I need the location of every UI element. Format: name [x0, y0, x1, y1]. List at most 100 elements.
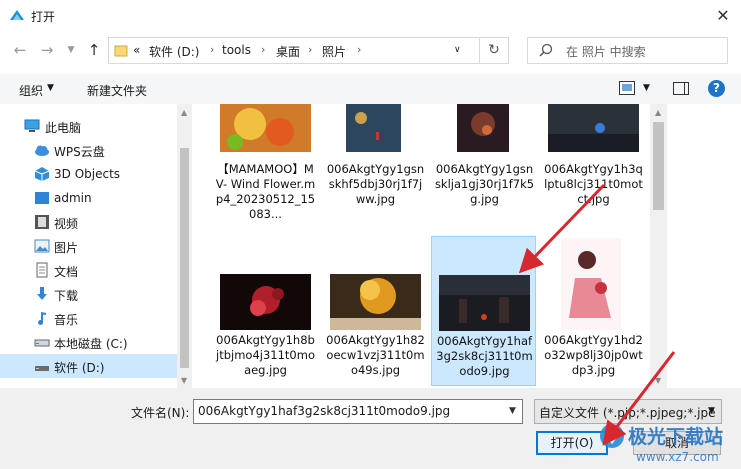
- arrow-left-icon: ←: [13, 41, 27, 59]
- sidebar-item-label: admin: [54, 191, 92, 205]
- music-icon: [38, 312, 46, 325]
- toolbar: 组织 ▼ 新建文件夹 ▼ ?: [0, 74, 741, 104]
- breadcrumb-separator-icon[interactable]: ›: [308, 43, 312, 56]
- breadcrumb-separator-icon[interactable]: ›: [261, 43, 265, 56]
- file-name: 006AkgtYgy1h8bjtbjmo4j311t0moaeg.jpg: [216, 333, 315, 377]
- breadcrumb-item[interactable]: 桌面: [276, 43, 300, 60]
- forward-button[interactable]: →: [37, 40, 57, 60]
- filename-label: 文件名(N):: [131, 406, 190, 420]
- picture-icon: [34, 239, 50, 253]
- sidebar-item-music[interactable]: 音乐: [0, 306, 177, 330]
- video-icon: [35, 215, 49, 229]
- sidebar-item-pictures[interactable]: 图片: [0, 234, 177, 258]
- file-item[interactable]: 006AkgtYgy1hd2o32wp8lj30jp0wtdp3.jpg: [541, 236, 646, 386]
- recent-locations-button[interactable]: ▼: [61, 40, 81, 60]
- title-bar: 打开 ✕: [0, 0, 741, 32]
- breadcrumb-separator-icon[interactable]: ›: [357, 43, 361, 56]
- scroll-down-icon[interactable]: ▼: [655, 376, 661, 385]
- search-input[interactable]: 在 照片 中搜索: [527, 37, 728, 64]
- file-thumbnail: [561, 238, 621, 330]
- svg-text:www.xz7.com: www.xz7.com: [636, 450, 719, 464]
- scroll-up-icon[interactable]: ▲: [181, 108, 187, 117]
- sidebar-item-videos[interactable]: 视频: [0, 210, 177, 234]
- sidebar-item-admin[interactable]: admin: [0, 186, 177, 210]
- file-name: 006AkgtYgy1gsnskhf5dbj30rj1f7jww.jpg: [326, 162, 425, 206]
- new-folder-button[interactable]: 新建文件夹: [87, 82, 147, 99]
- sidebar-item-3d-objects[interactable]: 3D Objects: [0, 162, 177, 186]
- sidebar-item-downloads[interactable]: 下载: [0, 282, 177, 306]
- file-name: 【MAMAMOO】MV- Wind Flower.mp4_20230512_15…: [215, 162, 316, 221]
- view-options-icon[interactable]: [619, 81, 635, 95]
- file-thumbnail: [220, 274, 311, 330]
- scroll-down-icon[interactable]: ▼: [181, 376, 187, 385]
- open-button[interactable]: 打开(O): [536, 431, 608, 455]
- sidebar-scrollbar-thumb[interactable]: [180, 148, 189, 368]
- close-icon: ✕: [716, 6, 730, 25]
- file-thumbnail: [346, 104, 401, 152]
- search-icon: [539, 43, 553, 57]
- arrow-up-icon: ↑: [87, 41, 101, 59]
- sidebar-item-label: 下载: [54, 289, 79, 303]
- file-thumbnail: [439, 275, 530, 331]
- user-folder-icon: [35, 192, 49, 204]
- sidebar-item-this-pc[interactable]: 此电脑: [0, 114, 177, 138]
- file-item[interactable]: 006AkgtYgy1gsnskhf5dbj30rj1f7jww.jpg: [323, 104, 428, 235]
- filename-input[interactable]: 006AkgtYgy1haf3g2sk8cj311t0modo9.jpg: [193, 399, 523, 424]
- breadcrumb-item[interactable]: tools: [222, 43, 251, 57]
- cloud-icon: [35, 145, 49, 156]
- sidebar-item-label: 此电脑: [45, 121, 82, 135]
- sidebar-item-label: 本地磁盘 (C:): [54, 337, 128, 351]
- folder-icon: [114, 45, 128, 57]
- sidebar-item-label: 3D Objects: [54, 167, 121, 181]
- address-dropdown-icon[interactable]: ∨: [454, 45, 461, 55]
- sidebar-item-label: 音乐: [54, 313, 79, 327]
- arrow-right-icon: →: [40, 41, 54, 59]
- file-item[interactable]: 【MAMAMOO】MV- Wind Flower.mp4_20230512_15…: [213, 104, 318, 235]
- close-button[interactable]: ✕: [712, 6, 734, 26]
- chevron-down-icon[interactable]: ▼: [643, 83, 650, 93]
- file-thumbnail: [220, 104, 311, 152]
- sidebar-item-software-d[interactable]: 软件 (D:): [0, 354, 177, 378]
- chevron-down-icon[interactable]: ▼: [509, 406, 516, 416]
- breadcrumb-item[interactable]: 照片: [322, 43, 346, 60]
- file-list-scrollbar-thumb[interactable]: [653, 122, 664, 210]
- sidebar-item-wps-cloud[interactable]: WPS云盘: [0, 138, 177, 162]
- sidebar-item-local-disk-c[interactable]: 本地磁盘 (C:): [0, 330, 177, 354]
- sidebar-item-label: 文档: [54, 265, 79, 279]
- file-name: 006AkgtYgy1haf3g2sk8cj311t0modo9.jpg: [436, 334, 533, 378]
- file-name: 006AkgtYgy1hd2o32wp8lj30jp0wtdp3.jpg: [544, 333, 643, 377]
- computer-icon: [24, 119, 40, 132]
- sidebar-item-documents[interactable]: 文档: [0, 258, 177, 282]
- file-thumbnail: [330, 274, 421, 330]
- sidebar-item-label: 图片: [54, 241, 79, 255]
- file-item[interactable]: 006AkgtYgy1h82oecw1vzj311t0mo49s.jpg: [323, 236, 428, 386]
- file-name: 006AkgtYgy1gsnsklja1gj30rj1f7k5g.jpg: [434, 162, 535, 206]
- breadcrumb-overflow[interactable]: «: [133, 43, 140, 57]
- file-item-selected[interactable]: 006AkgtYgy1haf3g2sk8cj311t0modo9.jpg: [431, 236, 536, 386]
- sidebar-item-label: 软件 (D:): [54, 361, 105, 375]
- file-name: 006AkgtYgy1h82oecw1vzj311t0mo49s.jpg: [326, 333, 425, 377]
- address-bar[interactable]: « 软件 (D:) › tools › 桌面 › 照片 › ∨: [108, 37, 480, 64]
- file-item[interactable]: 006AkgtYgy1h8bjtbjmo4j311t0moaeg.jpg: [213, 236, 318, 386]
- breadcrumb-item[interactable]: 软件 (D:): [149, 43, 199, 60]
- drive-icon: [34, 339, 50, 347]
- refresh-button[interactable]: ↻: [480, 37, 509, 64]
- chevron-down-icon[interactable]: ▼: [47, 83, 54, 93]
- watermark-logo: 极光下载站 www.xz7.com: [600, 424, 723, 464]
- breadcrumb-separator-icon[interactable]: ›: [210, 43, 214, 56]
- organize-menu[interactable]: 组织: [19, 82, 43, 99]
- back-button[interactable]: ←: [10, 40, 30, 60]
- scroll-up-icon[interactable]: ▲: [655, 108, 661, 117]
- preview-pane-icon[interactable]: [673, 82, 689, 95]
- file-name: 006AkgtYgy1h3qlptu8lcj311t0motct.jpg: [544, 162, 643, 206]
- file-item[interactable]: 006AkgtYgy1h3qlptu8lcj311t0motct.jpg: [541, 104, 646, 235]
- help-icon[interactable]: ?: [708, 80, 725, 97]
- download-icon: [37, 287, 47, 300]
- up-button[interactable]: ↑: [84, 40, 104, 60]
- file-item[interactable]: 006AkgtYgy1gsnsklja1gj30rj1f7k5g.jpg: [432, 104, 537, 235]
- refresh-icon: ↻: [488, 42, 500, 58]
- sidebar-item-label: WPS云盘: [54, 145, 105, 159]
- svg-text:极光下载站: 极光下载站: [628, 425, 723, 448]
- drive-icon: [35, 366, 49, 371]
- file-thumbnail: [548, 104, 639, 152]
